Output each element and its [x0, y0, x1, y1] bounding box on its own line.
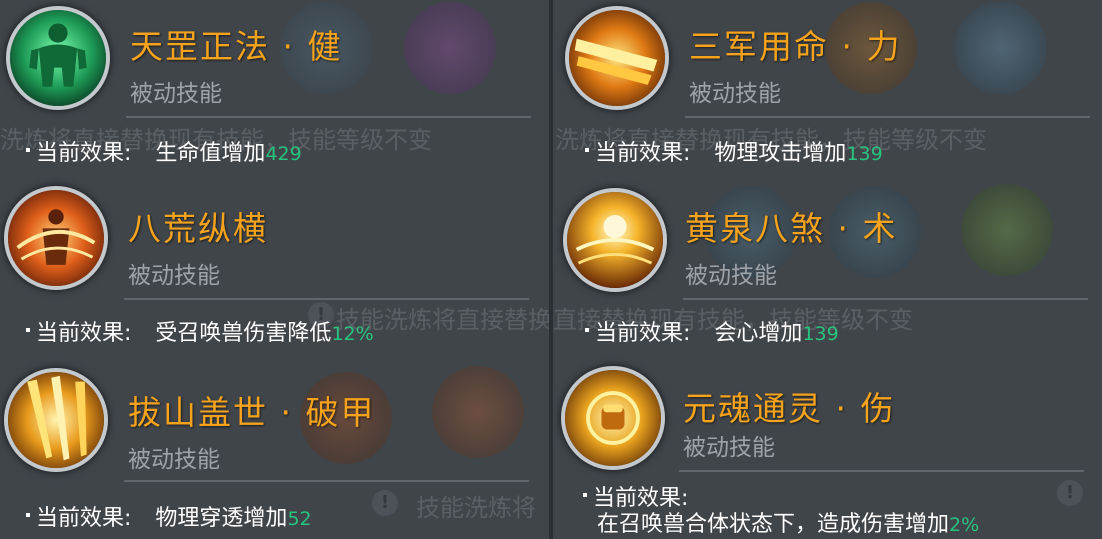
- effect-value: 429: [265, 143, 302, 165]
- effect-value: 139: [846, 143, 883, 165]
- effect-description: 物理攻击增加: [714, 141, 847, 166]
- effect-label: 当前效果:: [595, 321, 691, 346]
- golden-blades-icon: [4, 368, 108, 472]
- skill-name: 三军用命 · 力: [689, 27, 902, 66]
- effect-label: 当前效果:: [593, 486, 689, 511]
- golden-fist-icon: [561, 366, 665, 470]
- divider: [124, 480, 529, 482]
- effect-value: 139: [802, 323, 839, 345]
- skill-card[interactable]: 元魂通灵 · 伤 被动技能 当前效果: 在召唤兽合体状态下，造成伤害增加2%: [553, 360, 1102, 539]
- effect-description: 生命值增加: [155, 141, 266, 166]
- skill-type: 被动技能: [683, 435, 775, 461]
- current-effect: 当前效果: 受召唤兽伤害降低12%: [26, 321, 374, 347]
- current-effect: 当前效果: 会心增加139: [585, 321, 839, 347]
- divider: [126, 116, 531, 118]
- effect-description: 会心增加: [714, 321, 803, 346]
- skill-name: 八荒纵横: [128, 209, 268, 248]
- skill-type: 被动技能: [128, 447, 220, 473]
- current-effect: 当前效果: 物理攻击增加139: [585, 141, 883, 167]
- effect-value: 2%: [949, 514, 980, 536]
- current-effect: 当前效果: 物理穿透增加52: [26, 506, 312, 532]
- effect-value: 12%: [331, 323, 374, 345]
- skill-type: 被动技能: [689, 81, 781, 107]
- bullet: [585, 148, 589, 152]
- skill-type: 被动技能: [128, 263, 220, 289]
- effect-description: 物理穿透增加: [155, 506, 288, 531]
- skill-name: 黄泉八煞 · 术: [685, 209, 898, 248]
- bullet: [26, 513, 30, 517]
- divider: [124, 298, 529, 300]
- skill-card[interactable]: 八荒纵横 被动技能 当前效果: 受召唤兽伤害降低12%: [0, 180, 549, 360]
- green-muscle-body-icon: [6, 6, 110, 110]
- skill-name: 元魂通灵 · 伤: [683, 389, 896, 428]
- divider: [685, 116, 1090, 118]
- golden-sunburst-icon: [563, 188, 667, 292]
- right-panel: 洗炼将直接替换现有技能，技能等级不变 技能洗炼将直接替换现有技能，技能等级不变 …: [553, 0, 1102, 539]
- skill-card[interactable]: 拔山盖世 · 破甲 被动技能 当前效果: 物理穿透增加52: [0, 360, 549, 539]
- golden-sword-icon: [565, 6, 669, 110]
- skill-card[interactable]: 天罡正法 · 健 被动技能 当前效果: 生命值增加429: [0, 0, 549, 180]
- effect-value: 52: [287, 508, 312, 530]
- effect-line: 在召唤兽合体状态下，造成伤害增加2%: [583, 512, 979, 538]
- bullet: [26, 328, 30, 332]
- skill-name: 拔山盖世 · 破甲: [128, 393, 376, 432]
- effect-label: 当前效果:: [36, 141, 132, 166]
- effect-label: 当前效果:: [595, 141, 691, 166]
- effect-description: 受召唤兽伤害降低: [155, 321, 332, 346]
- current-effect: 当前效果: 在召唤兽合体状态下，造成伤害增加2%: [583, 486, 979, 538]
- divider: [679, 470, 1084, 472]
- skill-name: 天罡正法 · 健: [130, 27, 343, 66]
- bullet: [583, 493, 587, 497]
- left-panel: 洗炼将直接替换现有技能，技能等级不变 ! 技能洗炼将直接替换现有技能，技能等级不…: [0, 0, 549, 539]
- skill-card[interactable]: 黄泉八煞 · 术 被动技能 当前效果: 会心增加139: [553, 180, 1102, 360]
- skill-card[interactable]: 三军用命 · 力 被动技能 当前效果: 物理攻击增加139: [553, 0, 1102, 180]
- skill-type: 被动技能: [130, 81, 222, 107]
- current-effect: 当前效果: 生命值增加429: [26, 141, 302, 167]
- effect-description: 在召唤兽合体状态下，造成伤害增加: [597, 512, 950, 537]
- skill-type: 被动技能: [685, 263, 777, 289]
- effect-label: 当前效果:: [36, 321, 132, 346]
- bullet: [26, 148, 30, 152]
- effect-label: 当前效果:: [36, 506, 132, 531]
- bullet: [585, 328, 589, 332]
- fire-warrior-icon: [4, 186, 108, 290]
- divider: [683, 298, 1088, 300]
